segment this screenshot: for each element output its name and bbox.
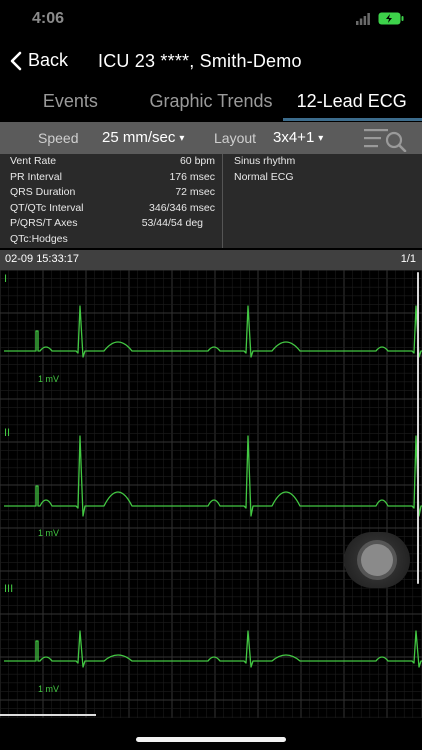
record-header: 02-09 15:33:17 1/1	[0, 250, 422, 270]
measurement-row: Vent Rate 60 bpm	[10, 154, 215, 170]
fab-circle-icon	[361, 544, 393, 576]
layout-label: Layout	[214, 130, 257, 146]
measurement-value: 53/44/54 deg	[141, 217, 203, 229]
caret-down-icon: ▾	[179, 132, 185, 144]
measurement-row: P/QRS/T Axes 53/44/54 deg	[10, 216, 215, 232]
navigation-bar: Back ICU 23 ****, Smith-Demo	[0, 40, 422, 84]
speed-label: Speed	[38, 130, 79, 146]
tab-events[interactable]: Events	[0, 86, 141, 118]
chevron-left-icon	[10, 51, 22, 70]
measurement-row: QT/QTc Interval 346/346 msec	[10, 201, 215, 217]
measurement-value: 60 bpm	[179, 155, 215, 167]
ecg-grid	[0, 270, 422, 718]
measurement-row: PR Interval 176 msec	[10, 170, 215, 186]
ecg-measurements-panel: Vent Rate 60 bpm PR Interval 176 msec QRS …	[0, 154, 422, 248]
page-indicator: 1/1	[400, 253, 416, 265]
status-bar: 4:06	[0, 0, 422, 40]
measurement-value: 346/346 msec	[149, 201, 215, 214]
ecg-trace-lead-ii	[4, 435, 422, 517]
ecg-trace-lead-i	[4, 305, 422, 358]
measurement-value: 72 msec	[175, 186, 215, 198]
measurement-row: QRS Duration 72 msec	[10, 185, 215, 201]
speed-dropdown[interactable]: 25 mm/sec ▾	[102, 129, 184, 146]
signal-icon	[356, 12, 370, 25]
back-button[interactable]: Back	[10, 50, 68, 71]
measurement-label: QTc:Hodges	[10, 232, 68, 245]
measurement-value: 176 msec	[169, 170, 215, 183]
panel-divider	[222, 154, 223, 248]
layout-dropdown[interactable]: 3x4+1 ▾	[273, 129, 323, 146]
measurement-label: Vent Rate	[10, 155, 57, 167]
measurement-label: P/QRS/T Axes	[10, 217, 78, 229]
ecg-strip[interactable]: I II III 1 mV 1 mV 1 mV	[0, 270, 422, 718]
lead-label-i: I	[4, 273, 7, 285]
tab-graphic-trends[interactable]: Graphic Trends	[141, 86, 282, 118]
measurements-list: Vent Rate 60 bpm PR Interval 176 msec QRS …	[10, 154, 215, 247]
interpretation-item: Sinus rhythm	[234, 155, 296, 167]
calibration-label: 1 mV	[38, 528, 59, 538]
active-tab-indicator	[283, 118, 422, 121]
vertical-scrollbar[interactable]	[417, 272, 419, 584]
ecg-traces	[4, 305, 422, 668]
measurement-label: QT/QTc Interval	[10, 201, 84, 214]
layout-value: 3x4+1	[273, 129, 315, 146]
record-timestamp: 02-09 15:33:17	[5, 253, 80, 265]
ecg-control-bar: Speed 25 mm/sec ▾ Layout 3x4+1 ▾	[0, 122, 422, 154]
status-icons	[356, 12, 404, 25]
home-indicator[interactable]	[136, 737, 286, 742]
interpretation-list: Sinus rhythm Normal ECG	[234, 154, 295, 185]
caret-down-icon: ▾	[318, 132, 324, 144]
interpretation-item: Normal ECG	[234, 170, 294, 183]
lead-label-ii: II	[4, 427, 10, 439]
measurement-row: QTc:Hodges	[10, 232, 215, 248]
speed-value: 25 mm/sec	[102, 129, 176, 146]
tab-bar: Events Graphic Trends 12-Lead ECG	[0, 86, 422, 118]
measurement-label: PR Interval	[10, 170, 62, 183]
status-time: 4:06	[32, 10, 65, 27]
calibration-label: 1 mV	[38, 374, 59, 384]
filter-search-icon[interactable]	[364, 126, 410, 152]
tab-12-lead-ecg[interactable]: 12-Lead ECG	[281, 86, 422, 118]
back-label: Back	[28, 50, 69, 70]
battery-charging-icon	[378, 12, 404, 25]
lead-label-iii: III	[4, 583, 13, 595]
ecg-trace-lead-iii	[4, 630, 422, 668]
horizontal-scroll-progress	[0, 714, 96, 716]
floating-action-button[interactable]	[344, 532, 410, 588]
calibration-label: 1 mV	[38, 684, 59, 694]
measurement-label: QRS Duration	[10, 186, 76, 198]
patient-title: ICU 23 ****, Smith-Demo	[98, 51, 302, 71]
